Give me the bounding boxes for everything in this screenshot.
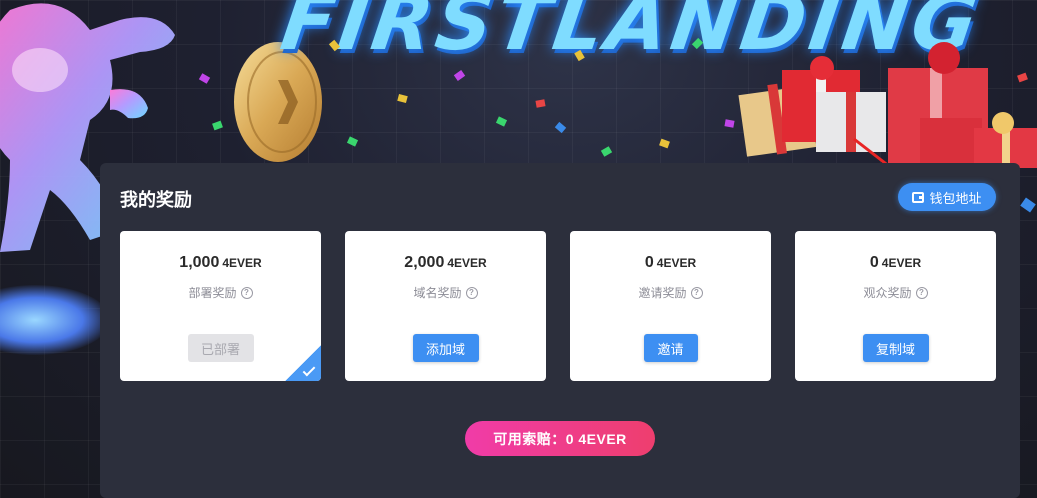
wallet-address-button[interactable]: 钱包地址	[898, 183, 996, 211]
reward-amount-unit: 4EVER	[881, 256, 922, 270]
deployed-button: 已部署	[187, 334, 254, 362]
help-icon[interactable]: ?	[915, 286, 928, 299]
reward-amount: 0 4EVER	[570, 254, 771, 272]
reward-amount: 1,000 4EVER	[120, 254, 321, 272]
reward-amount-value: 0	[644, 254, 654, 271]
reward-label-text: 邀请奖励	[638, 286, 687, 300]
reward-amount-unit: 4EVER	[222, 256, 262, 270]
reward-card-domain: 2,000 4EVER 域名奖励 ? 添加域	[345, 231, 546, 381]
reward-label-text: 观众奖励	[863, 286, 912, 300]
completed-badge	[285, 345, 321, 381]
reward-amount-value: 1,000	[179, 254, 220, 271]
reward-card-audience: 0 4EVER 观众奖励 ? 复制域	[795, 231, 996, 381]
reward-amount: 2,000 4EVER	[345, 254, 546, 272]
help-icon[interactable]: ?	[690, 286, 703, 299]
reward-amount-unit: 4EVER	[656, 256, 697, 270]
reward-amount-value: 2,000	[404, 254, 445, 271]
reward-label-text: 域名奖励	[413, 286, 462, 300]
rewards-panel: 我的奖励 钱包地址 1,000 4EVER 部署奖励 ? 已部署 2,000 4EV…	[100, 163, 1020, 498]
reward-card-deploy: 1,000 4EVER 部署奖励 ? 已部署	[120, 231, 321, 381]
reward-amount-unit: 4EVER	[447, 256, 487, 270]
claim-button[interactable]: 可用索赔：0 4EVER	[465, 421, 655, 456]
add-domain-button[interactable]: 添加域	[412, 334, 479, 362]
reward-amount: 0 4EVER	[795, 254, 996, 272]
reward-amount-value: 0	[869, 254, 879, 271]
panel-title: 我的奖励	[120, 190, 192, 210]
reward-label-text: 部署奖励	[188, 286, 237, 300]
wallet-icon	[912, 191, 925, 203]
copy-domain-button[interactable]: 复制域	[862, 334, 929, 362]
reward-label: 部署奖励 ?	[120, 284, 321, 301]
reward-cards: 1,000 4EVER 部署奖励 ? 已部署 2,000 4EVER 域名奖励 ? …	[120, 231, 1000, 381]
wallet-address-label: 钱包地址	[929, 190, 982, 206]
reward-label: 观众奖励 ?	[795, 284, 996, 301]
reward-label: 邀请奖励 ?	[570, 284, 771, 301]
help-icon[interactable]: ?	[465, 286, 478, 299]
invite-button[interactable]: 邀请	[643, 334, 698, 362]
help-icon[interactable]: ?	[240, 286, 253, 299]
check-icon	[302, 363, 316, 377]
confetti-piece	[724, 119, 735, 128]
reward-card-invite: 0 4EVER 邀请奖励 ? 邀请	[570, 231, 771, 381]
reward-label: 域名奖励 ?	[345, 284, 546, 301]
